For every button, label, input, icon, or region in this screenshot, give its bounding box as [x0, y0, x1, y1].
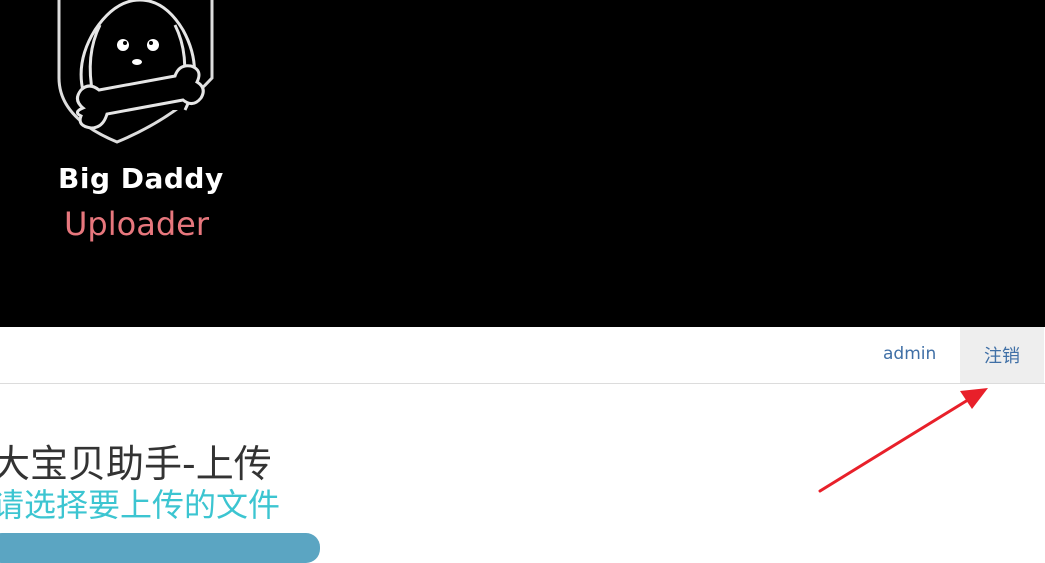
brand-tagline: Uploader	[64, 205, 209, 243]
file-upload-area[interactable]	[0, 533, 320, 563]
nav-user-link[interactable]: admin	[883, 344, 936, 364]
red-arrow-icon	[818, 388, 988, 493]
dog-shield-bone-icon	[57, 0, 214, 144]
logout-button[interactable]: 注销	[960, 327, 1044, 383]
brand-name: Big Daddy	[58, 162, 224, 195]
top-navbar: admin 注销	[0, 327, 1045, 384]
header-banner: Big Daddy Uploader	[0, 0, 1045, 327]
upload-prompt: 请选择要上传的文件	[0, 486, 281, 524]
